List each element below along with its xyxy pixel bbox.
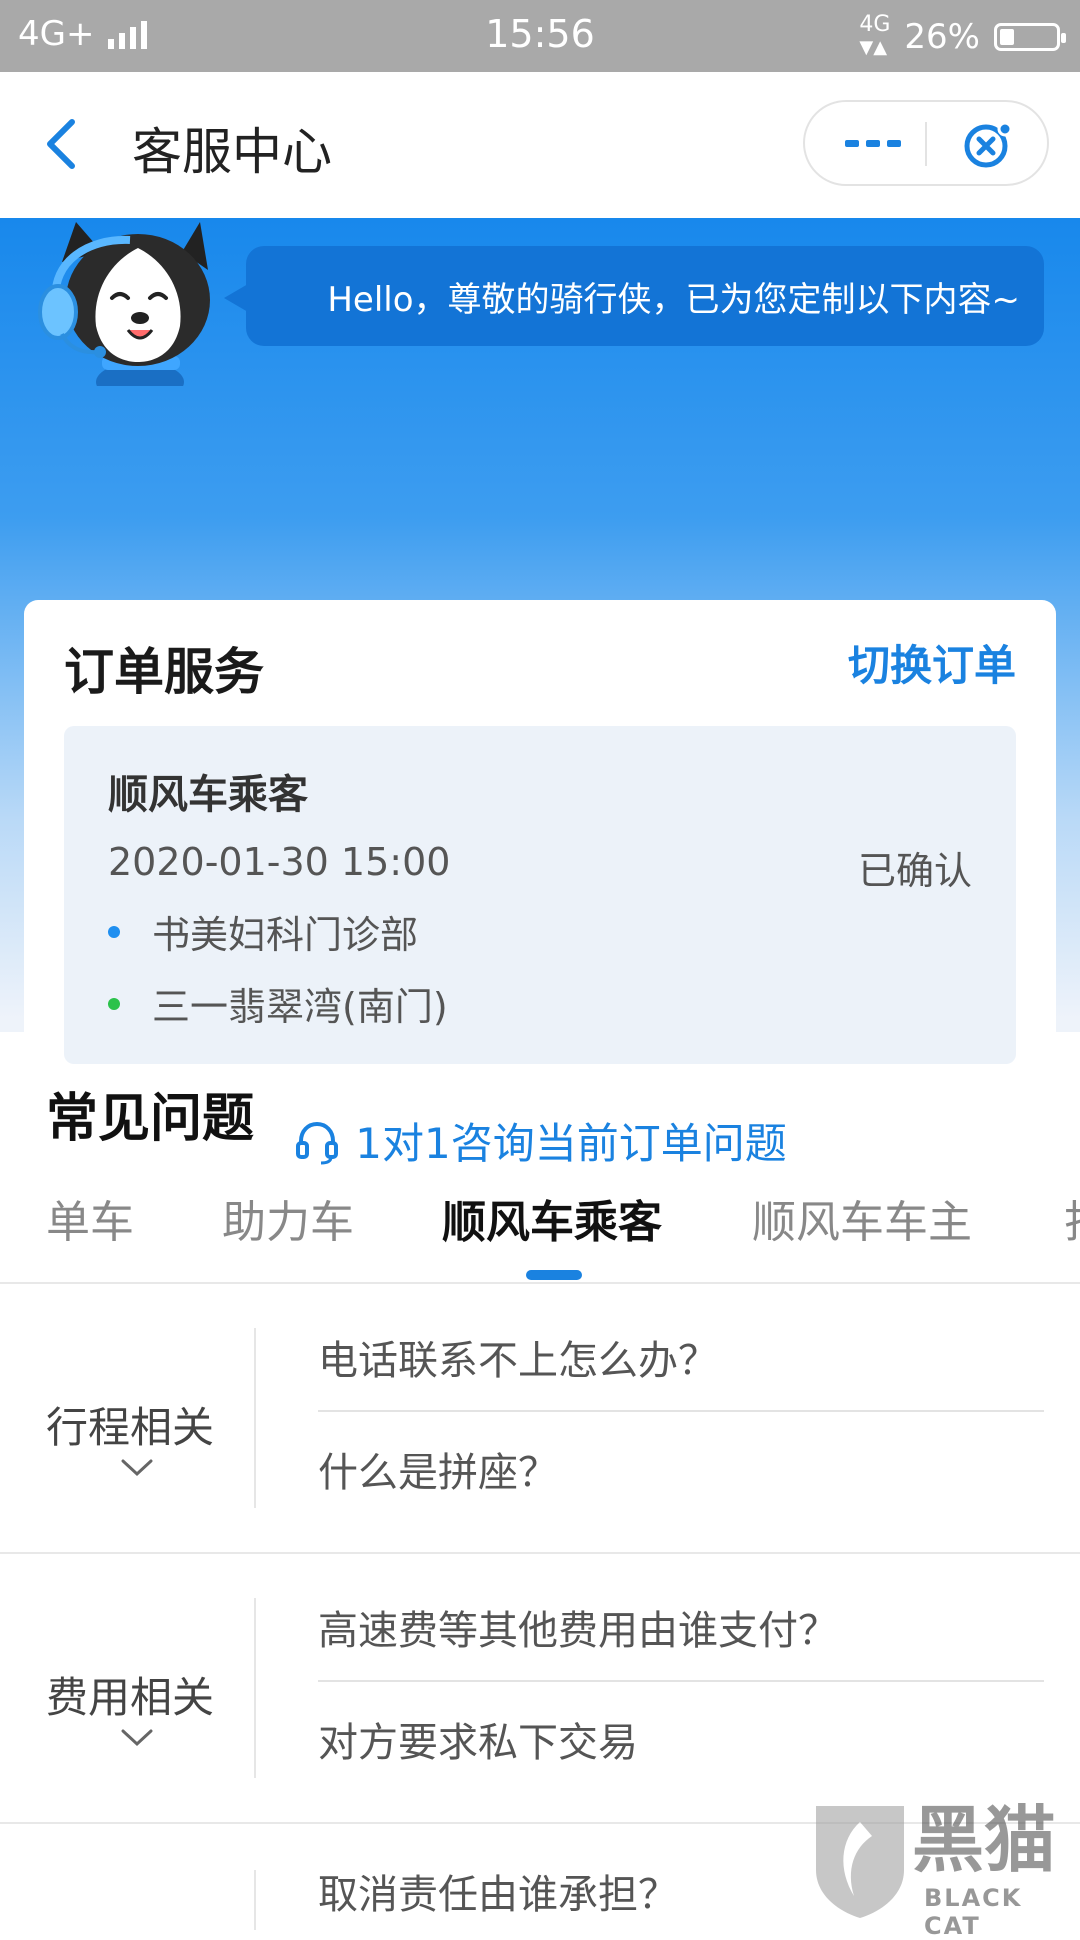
category-divider bbox=[254, 1598, 256, 1778]
greeting-text: Hello，尊敬的骑行侠，已为您定制以下内容~ bbox=[327, 279, 1020, 320]
watermark-en: BLACK CAT bbox=[924, 1884, 1023, 1940]
origin-dot-icon bbox=[108, 925, 120, 938]
more-icon[interactable] bbox=[843, 134, 903, 154]
tab-ride-driver[interactable]: 顺风车车主 bbox=[752, 1186, 972, 1250]
category-label[interactable]: 费用相关 bbox=[46, 1664, 214, 1725]
order-service-title: 订单服务 bbox=[64, 643, 264, 701]
order-status: 已确认 bbox=[857, 849, 972, 893]
blackcat-watermark: 黑猫 BLACK CAT bbox=[810, 1798, 1080, 1940]
faq-question[interactable]: 取消责任由谁承担？ bbox=[318, 1862, 678, 1920]
headset-icon bbox=[296, 1121, 339, 1164]
category-divider bbox=[254, 1870, 256, 1930]
order-type: 顺风车乘客 bbox=[108, 772, 308, 818]
tab-ride-passenger[interactable]: 顺风车乘客 bbox=[442, 1186, 662, 1250]
faq-question[interactable]: 电话联系不上怎么办？ bbox=[318, 1328, 718, 1386]
status-bar: 4G+ 15:56 4G ▼▲ 26% bbox=[0, 0, 1080, 72]
chevron-down-icon[interactable] bbox=[120, 1458, 154, 1478]
faq-question[interactable]: 什么是拼座？ bbox=[318, 1440, 558, 1498]
destination-address: 三一翡翠湾(南门) bbox=[152, 985, 448, 1029]
destination-dot-icon bbox=[108, 997, 120, 1010]
active-tab-indicator bbox=[526, 1270, 582, 1280]
category-label[interactable]: 行程相关 bbox=[46, 1394, 214, 1455]
faq-title: 常见问题 bbox=[46, 1089, 255, 1149]
watermark-cn: 黑猫 bbox=[912, 1798, 1057, 1882]
consult-label: 1对1咨询当前订单问题 bbox=[355, 1119, 787, 1168]
mini-program-capsule bbox=[803, 100, 1049, 186]
greeting-bubble: Hello，尊敬的骑行侠，已为您定制以下内容~ bbox=[224, 246, 1044, 346]
capsule-divider bbox=[925, 122, 927, 166]
faq-question[interactable]: 高速费等其他费用由谁支付？ bbox=[318, 1598, 838, 1656]
nav-bar: 客服中心 bbox=[0, 72, 1080, 218]
battery-icon bbox=[994, 22, 1066, 51]
faq-category-trip: 行程相关 电话联系不上怎么办？ 什么是拼座？ bbox=[0, 1284, 1080, 1552]
tab-bike[interactable]: 单车 bbox=[46, 1186, 134, 1250]
question-divider bbox=[318, 1410, 1044, 1412]
question-divider bbox=[318, 1680, 1044, 1682]
status-right: 4G ▼▲ 26% bbox=[859, 12, 1066, 59]
hero-banner: Hello，尊敬的骑行侠，已为您定制以下内容~ 订单服务 切换订单 顺风车乘客 … bbox=[0, 218, 1080, 1220]
chevron-down-icon[interactable] bbox=[120, 1728, 154, 1748]
cat-shield-logo-icon bbox=[816, 1806, 904, 1918]
network-4g-icon: 4G ▼▲ bbox=[859, 12, 891, 59]
faq-category-fees: 费用相关 高速费等其他费用由谁支付？ 对方要求私下交易 bbox=[0, 1554, 1080, 1822]
order-datetime: 2020-01-30 15:00 bbox=[108, 840, 451, 884]
origin-address: 书美妇科门诊部 bbox=[152, 913, 419, 957]
origin-row: 书美妇科门诊部 bbox=[108, 904, 418, 959]
current-order[interactable]: 顺风车乘客 2020-01-30 15:00 已确认 书美妇科门诊部 三一翡翠湾… bbox=[64, 726, 1016, 1064]
switch-order-button[interactable]: 切换订单 bbox=[848, 632, 1016, 693]
husky-mascot-icon bbox=[38, 222, 210, 386]
destination-row: 三一翡翠湾(南门) bbox=[108, 976, 448, 1031]
faq-tabs: 单车 助力车 顺风车乘客 顺风车车主 打 bbox=[0, 1186, 1080, 1276]
page-title: 客服中心 bbox=[132, 123, 332, 181]
tab-ebike[interactable]: 助力车 bbox=[222, 1186, 354, 1250]
faq-question[interactable]: 对方要求私下交易 bbox=[318, 1710, 638, 1768]
tab-more[interactable]: 打 bbox=[1064, 1186, 1080, 1250]
battery-percent: 26% bbox=[904, 16, 980, 57]
close-miniprogram-icon[interactable] bbox=[960, 120, 1016, 170]
network-right-label: 4G bbox=[859, 12, 891, 37]
back-arrow-icon[interactable] bbox=[42, 116, 82, 172]
category-divider bbox=[254, 1328, 256, 1508]
